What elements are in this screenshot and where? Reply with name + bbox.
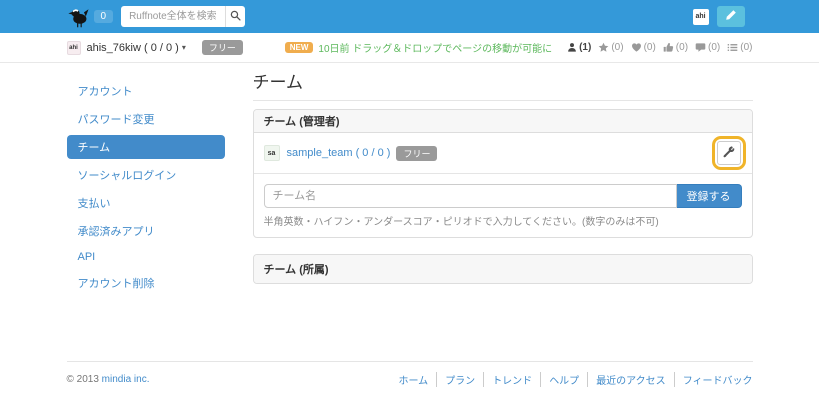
page-list-stat[interactable]: (0) <box>727 42 752 53</box>
annotation-highlight <box>712 136 746 170</box>
search-input[interactable] <box>121 6 225 27</box>
settings-sidebar: アカウント パスワード変更 チーム ソーシャルログイン 支払い 承認済みアプリ … <box>67 73 225 299</box>
pencil-icon <box>725 9 737 24</box>
person-icon <box>567 42 577 53</box>
global-search <box>121 6 245 27</box>
register-team-button[interactable]: 登録する <box>677 184 742 208</box>
sidebar-item-team[interactable]: チーム <box>67 135 225 159</box>
member-team-panel: チーム (所属) <box>253 254 753 284</box>
admin-panel-heading: チーム (管理者) <box>254 110 752 133</box>
sidebar-item-payment[interactable]: 支払い <box>67 191 225 215</box>
footer-link-feedback[interactable]: フィードバック <box>674 372 753 387</box>
thumbs-up-icon <box>663 42 674 53</box>
sidebar-item-social-login[interactable]: ソーシャルログイン <box>67 163 225 187</box>
plan-badge[interactable]: フリー <box>202 40 243 55</box>
sidebar-item-api[interactable]: API <box>67 247 225 267</box>
footer-link-help[interactable]: ヘルプ <box>540 372 587 387</box>
team-name-link[interactable]: sample_team ( 0 / 0 ) <box>287 147 391 159</box>
like-stat[interactable]: (0) <box>663 42 688 53</box>
user-avatar-small[interactable]: ahi <box>67 41 81 55</box>
search-button[interactable] <box>225 6 245 27</box>
footer-links: ホーム プラン トレンド ヘルプ 最近のアクセス フィードバック <box>390 372 752 387</box>
sidebar-item-password[interactable]: パスワード変更 <box>67 107 225 131</box>
footer-link-trend[interactable]: トレンド <box>483 372 540 387</box>
footer-link-plan[interactable]: プラン <box>436 372 483 387</box>
team-name-hint: 半角英数・ハイフン・アンダースコア・ピリオドで入力してください。(数字のみは不可… <box>264 213 742 228</box>
team-name-input[interactable] <box>264 184 677 208</box>
search-icon <box>230 9 241 24</box>
username-dropdown[interactable]: ahis_76kiw ( 0 / 0 ) <box>87 42 179 54</box>
heart-icon <box>631 42 642 53</box>
star-icon <box>598 42 609 53</box>
new-badge: NEW <box>285 42 314 53</box>
chevron-down-icon[interactable]: ▾ <box>182 43 186 52</box>
wrench-icon <box>723 146 735 161</box>
sidebar-item-account[interactable]: アカウント <box>67 79 225 103</box>
notification-count-badge[interactable]: 0 <box>94 10 114 23</box>
comment-icon <box>695 42 706 53</box>
team-avatar[interactable]: sa <box>264 145 280 161</box>
page-title: チーム <box>253 73 753 101</box>
sidebar-item-approved-apps[interactable]: 承認済みアプリ <box>67 219 225 243</box>
star-stat[interactable]: (0) <box>598 42 623 53</box>
list-icon <box>727 42 738 53</box>
new-note-button[interactable] <box>717 6 745 27</box>
announcement-link[interactable]: 10日前 ドラッグ＆ドロップでページの移動が可能に <box>318 40 552 55</box>
footer-link-recent-access[interactable]: 最近のアクセス <box>587 372 674 387</box>
top-navbar: 0 ahi <box>0 0 819 33</box>
member-panel-heading: チーム (所属) <box>254 255 752 283</box>
user-stats: (1) (0) (0) <box>560 42 752 53</box>
sidebar-item-delete-account[interactable]: アカウント削除 <box>67 271 225 295</box>
team-settings-button[interactable] <box>717 141 741 165</box>
company-link[interactable]: mindia inc. <box>102 374 150 385</box>
page-footer: © 2013 mindia inc. ホーム プラン トレンド ヘルプ 最近のア… <box>67 361 753 387</box>
member-count-stat[interactable]: (1) <box>567 42 591 53</box>
user-info-bar: ahi ahis_76kiw ( 0 / 0 ) ▾ フリー NEW 10日前 … <box>0 33 819 63</box>
create-team-form: 登録する <box>264 184 742 208</box>
admin-team-panel: チーム (管理者) sa sample_team ( 0 / 0 ) フリー <box>253 109 753 238</box>
comment-stat[interactable]: (0) <box>695 42 720 53</box>
ruffnote-bird-logo-icon[interactable] <box>67 6 89 28</box>
team-row: sa sample_team ( 0 / 0 ) フリー <box>254 133 752 174</box>
footer-link-home[interactable]: ホーム <box>390 372 436 387</box>
user-avatar[interactable]: ahi <box>693 9 709 25</box>
copyright: © 2013 mindia inc. <box>67 374 150 385</box>
team-plan-badge[interactable]: フリー <box>396 146 437 161</box>
heart-stat[interactable]: (0) <box>631 42 656 53</box>
